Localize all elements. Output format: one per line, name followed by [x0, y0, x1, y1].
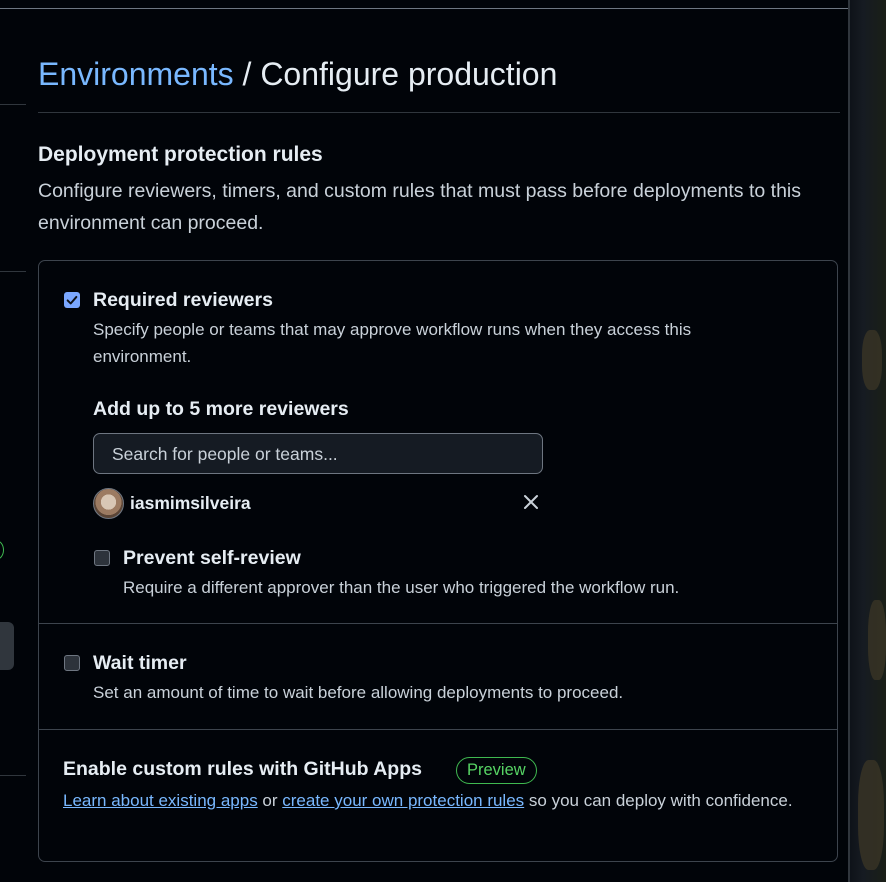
top-rule	[0, 8, 848, 9]
custom-rules-description: Learn about existing apps or create your…	[63, 787, 823, 814]
custom-rules-text: or	[257, 791, 283, 810]
sidebar-button[interactable]	[0, 622, 14, 670]
page-title: Environments / Configure production	[38, 52, 557, 96]
reviewer-name: iasmimsilveira	[130, 493, 251, 513]
prevent-self-review-title: Prevent self-review	[123, 547, 301, 569]
preview-badge: Preview	[456, 757, 537, 784]
add-reviewers-heading: Add up to 5 more reviewers	[93, 398, 349, 420]
required-reviewers-description: Specify people or teams that may approve…	[93, 320, 692, 366]
existing-apps-link[interactable]: Learn about existing apps	[63, 791, 258, 810]
breadcrumb-separator: /	[233, 56, 261, 92]
remove-reviewer-button[interactable]	[521, 492, 541, 512]
prevent-self-review-description: Require a different approver than the us…	[123, 578, 680, 597]
check-icon	[66, 295, 78, 305]
search-placeholder: Search for people or teams...	[112, 444, 338, 464]
breadcrumb-current: Configure production	[260, 56, 558, 92]
title-divider	[38, 112, 840, 113]
section-description: Configure reviewers, timers, and custom …	[38, 180, 802, 234]
panel-divider	[39, 623, 837, 624]
create-rules-link[interactable]: create your own protection rules	[282, 791, 524, 810]
breadcrumb-environments-link[interactable]: Environments	[38, 56, 234, 92]
custom-rules-text: so you can deploy with confidence.	[524, 791, 793, 810]
required-reviewers-title: Required reviewers	[93, 289, 273, 311]
wait-timer-title: Wait timer	[93, 652, 187, 674]
close-icon	[524, 495, 538, 509]
background-window-edge	[848, 0, 886, 882]
wait-timer-description: Set an amount of time to wait before all…	[93, 683, 624, 702]
prevent-self-review-checkbox[interactable]	[94, 550, 110, 566]
required-reviewers-checkbox[interactable]	[64, 292, 80, 308]
custom-rules-title: Enable custom rules with GitHub Apps	[63, 758, 422, 780]
section-heading: Deployment protection rules	[38, 143, 323, 166]
sidebar-divider	[0, 271, 26, 272]
panel-divider	[39, 729, 837, 730]
wait-timer-checkbox[interactable]	[64, 655, 80, 671]
reviewer-search-input[interactable]: Search for people or teams...	[93, 433, 543, 474]
reviewer-avatar	[93, 488, 124, 519]
sidebar-status-icon	[0, 540, 4, 560]
protection-rules-panel: Required reviewers Specify people or tea…	[38, 260, 838, 862]
sidebar-divider	[0, 104, 26, 105]
sidebar-divider	[0, 775, 26, 776]
